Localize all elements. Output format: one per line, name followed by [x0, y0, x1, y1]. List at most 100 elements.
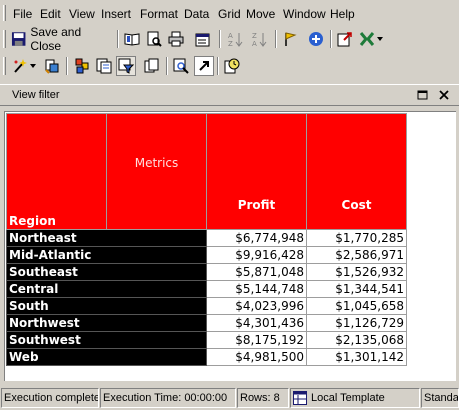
region-cell[interactable]: Southeast — [6, 263, 207, 281]
profit-cell[interactable]: $4,981,500 — [206, 348, 307, 366]
toolbar-grip[interactable] — [3, 57, 6, 75]
object-browser-button[interactable] — [72, 56, 92, 76]
cost-cell[interactable]: $2,135,068 — [306, 331, 407, 349]
menu-view[interactable]: View — [69, 7, 95, 21]
status-mode: Standard — [421, 388, 459, 408]
notes-icon — [144, 58, 159, 73]
toolbar-separator — [66, 57, 68, 75]
objects-icon — [75, 58, 89, 74]
save-and-close-label: Save and Close — [30, 25, 82, 53]
excel-export-dropdown[interactable] — [357, 29, 385, 49]
save-and-close-button[interactable]: Save and Close — [11, 25, 112, 53]
report-objects-icon — [45, 59, 59, 74]
print-preview-icon — [147, 31, 162, 47]
region-cell[interactable]: Central — [6, 280, 207, 298]
profit-cell[interactable]: $6,774,948 — [206, 229, 307, 247]
svg-text:Z: Z — [228, 40, 233, 47]
sort-ascending-button[interactable]: A Z — [225, 29, 245, 49]
template-icon — [293, 391, 307, 405]
cost-cell[interactable]: $1,344,541 — [306, 280, 407, 298]
region-cell[interactable]: Mid-Atlantic — [6, 246, 207, 264]
profit-cell[interactable]: $5,144,748 — [206, 280, 307, 298]
open-book-button[interactable] — [122, 29, 142, 49]
region-cell[interactable]: Northwest — [6, 314, 207, 332]
menu-move[interactable]: Move — [246, 7, 275, 21]
menu-window[interactable]: Window — [283, 7, 326, 21]
menu-insert[interactable]: Insert — [101, 7, 131, 21]
region-cell[interactable]: Web — [6, 348, 207, 366]
table-row: Northwest $4,301,436 $1,126,729 — [6, 314, 407, 332]
notes-button[interactable] — [142, 56, 162, 76]
profit-cell[interactable]: $4,023,996 — [206, 297, 307, 315]
menu-bar-grip[interactable] — [3, 5, 6, 21]
report-grid: Region Metrics Profit Cost Northeast $6,… — [6, 113, 407, 366]
menu-bar: File Edit View Insert Format Data Grid M… — [0, 0, 459, 26]
sort-descending-icon: Z A — [252, 32, 267, 47]
properties-button[interactable] — [193, 29, 213, 49]
row-header-region[interactable]: Region — [6, 113, 107, 230]
metrics-header-label: Metrics — [134, 156, 179, 170]
region-cell[interactable]: Northeast — [6, 229, 207, 247]
close-icon[interactable] — [438, 89, 450, 101]
table-row: South $4,023,996 $1,045,658 — [6, 297, 407, 315]
flag-icon — [285, 32, 297, 46]
filter-icon — [118, 58, 134, 74]
print-preview-button[interactable] — [144, 29, 164, 49]
column-header-profit[interactable]: Profit — [206, 113, 307, 230]
menu-help[interactable]: Help — [330, 7, 355, 21]
menu-edit[interactable]: Edit — [40, 7, 61, 21]
column-header-cost[interactable]: Cost — [306, 113, 407, 230]
table-row: Southwest $8,175,192 $2,135,068 — [6, 331, 407, 349]
view-filter-button[interactable] — [116, 56, 136, 76]
toolbar-grip[interactable] — [3, 30, 6, 48]
svg-text:A: A — [252, 40, 257, 47]
menu-format[interactable]: Format — [140, 7, 178, 21]
data-explorer-button[interactable] — [94, 56, 114, 76]
toolbar-separator — [117, 30, 119, 48]
region-cell[interactable]: Southwest — [6, 331, 207, 349]
pages-icon — [96, 58, 112, 74]
toolbar-separator — [219, 30, 221, 48]
schedule-button[interactable] — [222, 56, 242, 76]
add-button[interactable] — [306, 29, 326, 49]
cost-header-label: Cost — [341, 198, 372, 212]
shortcut-button[interactable] — [194, 56, 214, 76]
book-icon — [124, 33, 140, 46]
status-bar: Execution complete Execution Time: 00:00… — [0, 386, 459, 410]
flag-button[interactable] — [280, 29, 300, 49]
status-template: Local Template — [290, 388, 420, 408]
profit-cell[interactable]: $8,175,192 — [206, 331, 307, 349]
table-row: Mid-Atlantic $9,916,428 $2,586,971 — [6, 246, 407, 264]
menu-file[interactable]: File — [13, 7, 32, 21]
table-row: Web $4,981,500 $1,301,142 — [6, 348, 407, 366]
metrics-header[interactable]: Metrics — [106, 113, 207, 230]
properties-icon — [195, 33, 210, 47]
sort-ascending-icon: A Z — [228, 32, 243, 47]
floppy-disk-icon — [11, 32, 26, 46]
add-circle-icon — [309, 32, 323, 46]
export-icon — [337, 32, 352, 47]
menu-data[interactable]: Data — [184, 7, 209, 21]
cost-cell[interactable]: $1,301,142 — [306, 348, 407, 366]
profit-cell[interactable]: $5,871,048 — [206, 263, 307, 281]
profit-cell[interactable]: $9,916,428 — [206, 246, 307, 264]
export-button[interactable] — [335, 29, 355, 49]
print-button[interactable] — [166, 29, 186, 49]
drill-button[interactable] — [171, 56, 191, 76]
wizard-dropdown[interactable] — [10, 56, 38, 76]
view-filter-label: View filter — [12, 89, 60, 101]
sort-descending-button[interactable]: Z A — [249, 29, 269, 49]
cost-cell[interactable]: $1,045,658 — [306, 297, 407, 315]
cost-cell[interactable]: $1,770,285 — [306, 229, 407, 247]
restore-icon[interactable] — [417, 89, 429, 101]
cost-cell[interactable]: $2,586,971 — [306, 246, 407, 264]
report-objects-button[interactable] — [42, 56, 62, 76]
cost-cell[interactable]: $1,526,932 — [306, 263, 407, 281]
profit-cell[interactable]: $4,301,436 — [206, 314, 307, 332]
status-execution-time: Execution Time: 00:00:00 — [100, 388, 236, 408]
toolbar-separator — [217, 57, 219, 75]
cost-cell[interactable]: $1,126,729 — [306, 314, 407, 332]
status-message: Execution complete — [1, 388, 99, 408]
menu-grid[interactable]: Grid — [218, 7, 241, 21]
region-cell[interactable]: South — [6, 297, 207, 315]
